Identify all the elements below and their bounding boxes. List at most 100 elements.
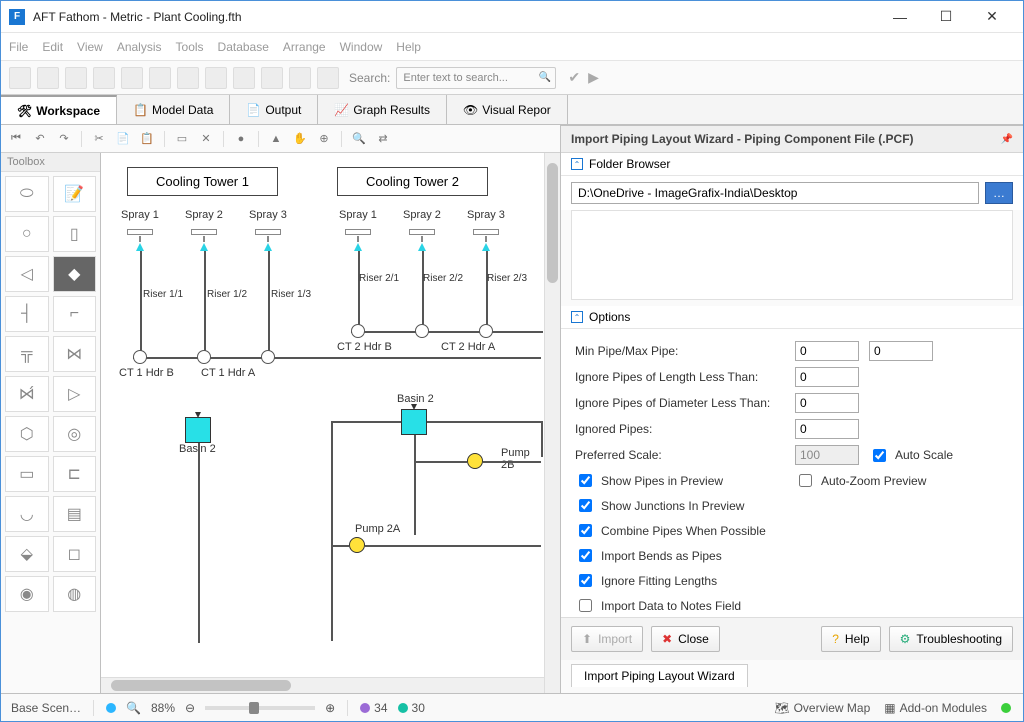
- ignore-length-input[interactable]: [795, 367, 859, 387]
- tool-orifice-icon[interactable]: ◎: [53, 416, 97, 452]
- tool-notes-icon[interactable]: 📝: [53, 176, 97, 212]
- menu-arrange[interactable]: Arrange: [283, 40, 326, 54]
- tool-turbine-icon[interactable]: ◉: [5, 576, 49, 612]
- node-ct2-1[interactable]: [351, 324, 365, 338]
- spray-head-6[interactable]: [473, 229, 499, 235]
- search-input[interactable]: Enter text to search...: [396, 67, 556, 89]
- tool-assigned-flow-icon[interactable]: ◁: [5, 256, 49, 292]
- tool-pipe-icon[interactable]: ⬭: [5, 176, 49, 212]
- folder-browser-header[interactable]: ⌃ Folder Browser: [561, 153, 1023, 176]
- canvas-area[interactable]: Cooling Tower 1 Cooling Tower 2 Spray 1 …: [101, 153, 560, 693]
- show-pipes-checkbox[interactable]: [579, 474, 592, 487]
- menu-view[interactable]: View: [77, 40, 103, 54]
- accept-icon[interactable]: ✔: [568, 69, 580, 86]
- menu-help[interactable]: Help: [396, 40, 421, 54]
- auto-scale-checkbox[interactable]: [873, 449, 886, 462]
- toolbar-btn-1[interactable]: [9, 67, 31, 89]
- tool-reservoir-icon[interactable]: ○: [5, 216, 49, 252]
- find-icon[interactable]: 🔍: [350, 130, 368, 148]
- spray-head-1[interactable]: [127, 229, 153, 235]
- import-button[interactable]: ⬆Import: [571, 626, 643, 652]
- maximize-button[interactable]: ☐: [923, 2, 969, 32]
- zoom-slider[interactable]: [205, 706, 315, 710]
- toolbar-btn-5[interactable]: [121, 67, 143, 89]
- node-ct1-1[interactable]: [133, 350, 147, 364]
- tool-tee-icon[interactable]: ╦: [5, 336, 49, 372]
- basin-2b[interactable]: [401, 409, 427, 435]
- pump-2b[interactable]: [467, 453, 483, 469]
- tool-spray-icon[interactable]: ⬙: [5, 536, 49, 572]
- spray-head-2[interactable]: [191, 229, 217, 235]
- min-pipe-input[interactable]: [795, 341, 859, 361]
- pointer-icon[interactable]: ▲: [267, 130, 285, 148]
- toolbar-btn-9[interactable]: [233, 67, 255, 89]
- toolbar-btn-12[interactable]: [317, 67, 339, 89]
- tool-elbow-icon[interactable]: ⌐: [53, 296, 97, 332]
- tool-volume-icon[interactable]: ◍: [53, 576, 97, 612]
- node-ct2-3[interactable]: [479, 324, 493, 338]
- tool-general-icon[interactable]: ◻: [53, 536, 97, 572]
- folder-path-input[interactable]: D:\OneDrive - ImageGrafix-India\Desktop: [571, 182, 979, 204]
- import-bends-checkbox[interactable]: [579, 549, 592, 562]
- menu-edit[interactable]: Edit: [42, 40, 63, 54]
- cut-icon[interactable]: ✂: [90, 130, 108, 148]
- chevron-up-icon-2[interactable]: ⌃: [571, 311, 583, 323]
- max-pipe-input[interactable]: [869, 341, 933, 361]
- tool-control-valve-icon[interactable]: ⋈́: [5, 376, 49, 412]
- zoom-icon[interactable]: ⊕: [315, 130, 333, 148]
- canvas-scrollbar-h[interactable]: [101, 677, 544, 693]
- ignored-pipes-input[interactable]: [795, 419, 859, 439]
- pump-2a[interactable]: [349, 537, 365, 553]
- basin-2a[interactable]: [185, 417, 211, 443]
- addon-modules-button[interactable]: ▦ Add-on Modules: [884, 701, 987, 715]
- spray-head-5[interactable]: [409, 229, 435, 235]
- tool-area-change-icon[interactable]: ⊏: [53, 456, 97, 492]
- browse-button[interactable]: …: [985, 182, 1013, 204]
- toolbar-btn-7[interactable]: [177, 67, 199, 89]
- ignore-diameter-input[interactable]: [795, 393, 859, 413]
- node-ct2-2[interactable]: [415, 324, 429, 338]
- tool-relief-icon[interactable]: ⬡: [5, 416, 49, 452]
- toolbar-btn-8[interactable]: [205, 67, 227, 89]
- minimize-button[interactable]: —: [877, 2, 923, 32]
- menu-analysis[interactable]: Analysis: [117, 40, 162, 54]
- toolbar-btn-6[interactable]: [149, 67, 171, 89]
- canvas-scrollbar-v[interactable]: [544, 153, 560, 693]
- tool-pump-icon[interactable]: ◆: [53, 256, 97, 292]
- diagram-canvas[interactable]: Cooling Tower 1 Cooling Tower 2 Spray 1 …: [101, 153, 544, 677]
- troubleshooting-button[interactable]: ⚙Troubleshooting: [889, 626, 1013, 652]
- wizard-tab[interactable]: Import Piping Layout Wizard: [571, 664, 748, 687]
- swap-icon[interactable]: ⇄: [374, 130, 392, 148]
- redo-icon[interactable]: ↷: [55, 130, 73, 148]
- nav-first-icon[interactable]: ⏮: [7, 130, 25, 148]
- zoom-out-button[interactable]: ⊖: [185, 701, 195, 715]
- tool-check-valve-icon[interactable]: ▷: [53, 376, 97, 412]
- tab-graph-results[interactable]: 📈Graph Results: [318, 95, 447, 124]
- help-button[interactable]: ?Help: [821, 626, 880, 652]
- menu-file[interactable]: File: [9, 40, 28, 54]
- ignore-fitting-checkbox[interactable]: [579, 574, 592, 587]
- menu-database[interactable]: Database: [218, 40, 269, 54]
- zoom-tool-icon[interactable]: 🔍: [126, 701, 141, 715]
- menu-tools[interactable]: Tools: [176, 40, 204, 54]
- delete-icon[interactable]: ✕: [197, 130, 215, 148]
- close-button[interactable]: ✕: [969, 2, 1015, 32]
- import-notes-checkbox[interactable]: [579, 599, 592, 612]
- base-scenario-label[interactable]: Base Scen…: [11, 701, 81, 715]
- toolbar-btn-11[interactable]: [289, 67, 311, 89]
- file-list-area[interactable]: [571, 210, 1013, 300]
- tool-tank-icon[interactable]: ▯: [53, 216, 97, 252]
- pan-icon[interactable]: ✋: [291, 130, 309, 148]
- select-tool-icon[interactable]: ▭: [173, 130, 191, 148]
- toolbar-btn-2[interactable]: [37, 67, 59, 89]
- node-ct1-2[interactable]: [197, 350, 211, 364]
- copy-icon[interactable]: 📄: [114, 130, 132, 148]
- spray-head-4[interactable]: [345, 229, 371, 235]
- run-icon[interactable]: ▶: [588, 69, 599, 86]
- overview-map-button[interactable]: 🗺 Overview Map: [774, 701, 870, 715]
- toolbar-btn-4[interactable]: [93, 67, 115, 89]
- show-junctions-checkbox[interactable]: [579, 499, 592, 512]
- close-dialog-button[interactable]: ✖Close: [651, 626, 720, 652]
- color-tool-icon[interactable]: ●: [232, 130, 250, 148]
- tab-model-data[interactable]: 📋Model Data: [117, 95, 230, 124]
